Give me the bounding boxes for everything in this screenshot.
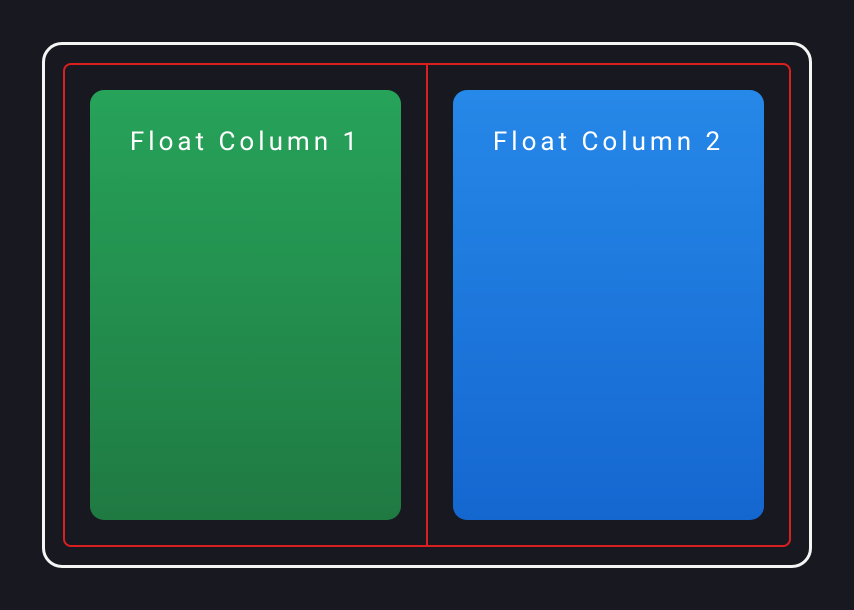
outer-container: Float Column 1 Float Column 2 — [42, 42, 812, 568]
float-column-2: Float Column 2 — [453, 90, 764, 520]
cell-1: Float Column 1 — [63, 63, 427, 547]
float-column-1: Float Column 1 — [90, 90, 401, 520]
float-column-2-label: Float Column 2 — [493, 127, 724, 157]
cell-2: Float Column 2 — [427, 63, 791, 547]
float-column-1-label: Float Column 1 — [130, 127, 361, 157]
row: Float Column 1 Float Column 2 — [63, 63, 791, 547]
